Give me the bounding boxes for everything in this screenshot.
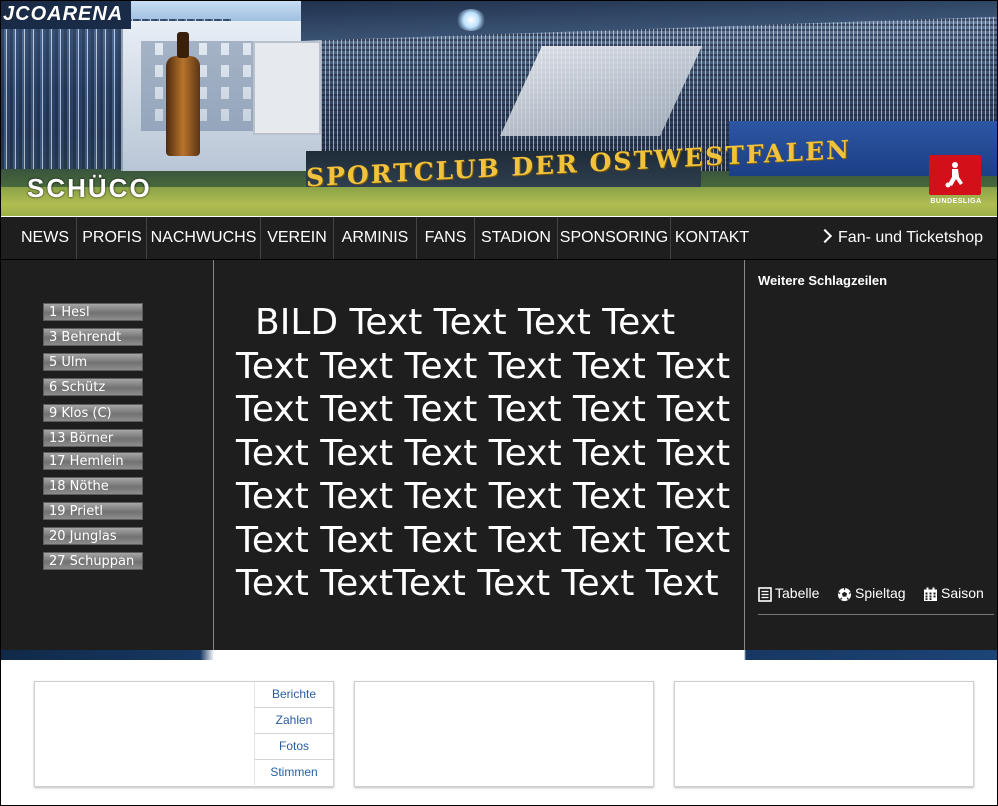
- content-box-3: [674, 681, 974, 787]
- season-link[interactable]: Saison: [923, 585, 984, 602]
- player-item[interactable]: 19 Prietl: [43, 502, 143, 520]
- table-link[interactable]: Tabelle: [758, 585, 819, 602]
- sponsor-logo[interactable]: SCHÜCO: [27, 173, 152, 204]
- article-line: Text Text Text Text Text Text: [236, 389, 731, 430]
- article-area: BILD Text Text Text Text Text Text Text …: [215, 260, 743, 650]
- link-berichte[interactable]: Berichte: [254, 682, 333, 708]
- beer-bottle-ad: [166, 32, 200, 156]
- nav-item-arminis[interactable]: ARMINIS: [334, 217, 416, 259]
- player-item[interactable]: 20 Junglas: [43, 527, 143, 545]
- article-line: BILD Text Text Text Text: [255, 302, 676, 343]
- player-item[interactable]: 6 Schütz: [43, 378, 143, 396]
- content-box-reports: Berichte Zahlen Fotos Stimmen: [34, 681, 334, 787]
- bundesliga-logo[interactable]: BUNDESLIGA: [929, 155, 983, 213]
- chevron-right-icon: [817, 228, 833, 244]
- bottom-section: Berichte Zahlen Fotos Stimmen: [1, 660, 997, 805]
- player-item[interactable]: 3 Behrendt: [43, 328, 143, 346]
- nav-item-nachwuchs[interactable]: NACHWUCHS: [147, 217, 260, 259]
- nav-item-news[interactable]: NEWS: [13, 217, 77, 259]
- player-item[interactable]: 5 Ulm: [43, 353, 143, 371]
- nav-item-kontakt[interactable]: KONTAKT: [671, 217, 753, 259]
- article-line: Text Text Text Text Text Text: [236, 346, 731, 387]
- link-zahlen[interactable]: Zahlen: [254, 708, 333, 734]
- content-box-2: [354, 681, 654, 787]
- player-item[interactable]: 17 Hemlein: [43, 452, 143, 470]
- article-line: Text Text Text Text Text Text: [236, 476, 731, 517]
- table-icon: [758, 586, 772, 602]
- matchday-link[interactable]: Spieltag: [837, 585, 906, 602]
- nav-item-fans[interactable]: FANS: [417, 217, 474, 259]
- arena-sign-text: JCOARENA: [3, 3, 124, 25]
- ticketshop-link[interactable]: Fan- und Ticketshop: [817, 217, 983, 259]
- article-line: Text TextText Text Text Text: [236, 563, 719, 604]
- page-frame: JCOARENA SPORTCLUB DER OSTWESTFALEN SCHÜ…: [0, 0, 998, 806]
- sidebar-divider: [758, 614, 994, 615]
- headlines-sidebar: Weitere Schlagzeilen Tabelle Spieltag Sa…: [744, 260, 997, 650]
- main-navigation: NEWS PROFIS NACHWUCHS VEREIN ARMINIS FAN…: [1, 217, 997, 260]
- player-item[interactable]: 18 Nöthe: [43, 477, 143, 495]
- floodlight: [456, 9, 486, 31]
- calendar-icon: [924, 587, 937, 601]
- gin-advertisement: [253, 41, 321, 135]
- header-banner: JCOARENA SPORTCLUB DER OSTWESTFALEN SCHÜ…: [1, 1, 997, 216]
- article-line: Text Text Text Text Text Text: [236, 520, 731, 561]
- nav-item-stadion[interactable]: STADION: [475, 217, 557, 259]
- nav-item-sponsoring[interactable]: SPONSORING: [558, 217, 670, 259]
- bundesliga-player-icon: [945, 162, 963, 188]
- headlines-title: Weitere Schlagzeilen: [758, 273, 888, 288]
- player-item[interactable]: 1 Hesl: [43, 303, 143, 321]
- nav-item-profis[interactable]: PROFIS: [77, 217, 147, 259]
- soccer-ball-icon: [837, 587, 852, 601]
- player-item[interactable]: 27 Schuppan: [43, 552, 143, 570]
- background-strip: [1, 650, 997, 660]
- player-list: 1 Hesl 3 Behrendt 5 Ulm 6 Schütz 9 Klos …: [1, 260, 214, 650]
- link-stimmen[interactable]: Stimmen: [254, 760, 333, 785]
- article-line: Text Text Text Text Text Text: [236, 433, 731, 474]
- player-item[interactable]: 9 Klos (C): [43, 404, 143, 422]
- player-item[interactable]: 13 Börner: [43, 429, 143, 447]
- link-fotos[interactable]: Fotos: [254, 734, 333, 760]
- main-content: 1 Hesl 3 Behrendt 5 Ulm 6 Schütz 9 Klos …: [1, 260, 997, 650]
- nav-item-verein[interactable]: VEREIN: [261, 217, 333, 259]
